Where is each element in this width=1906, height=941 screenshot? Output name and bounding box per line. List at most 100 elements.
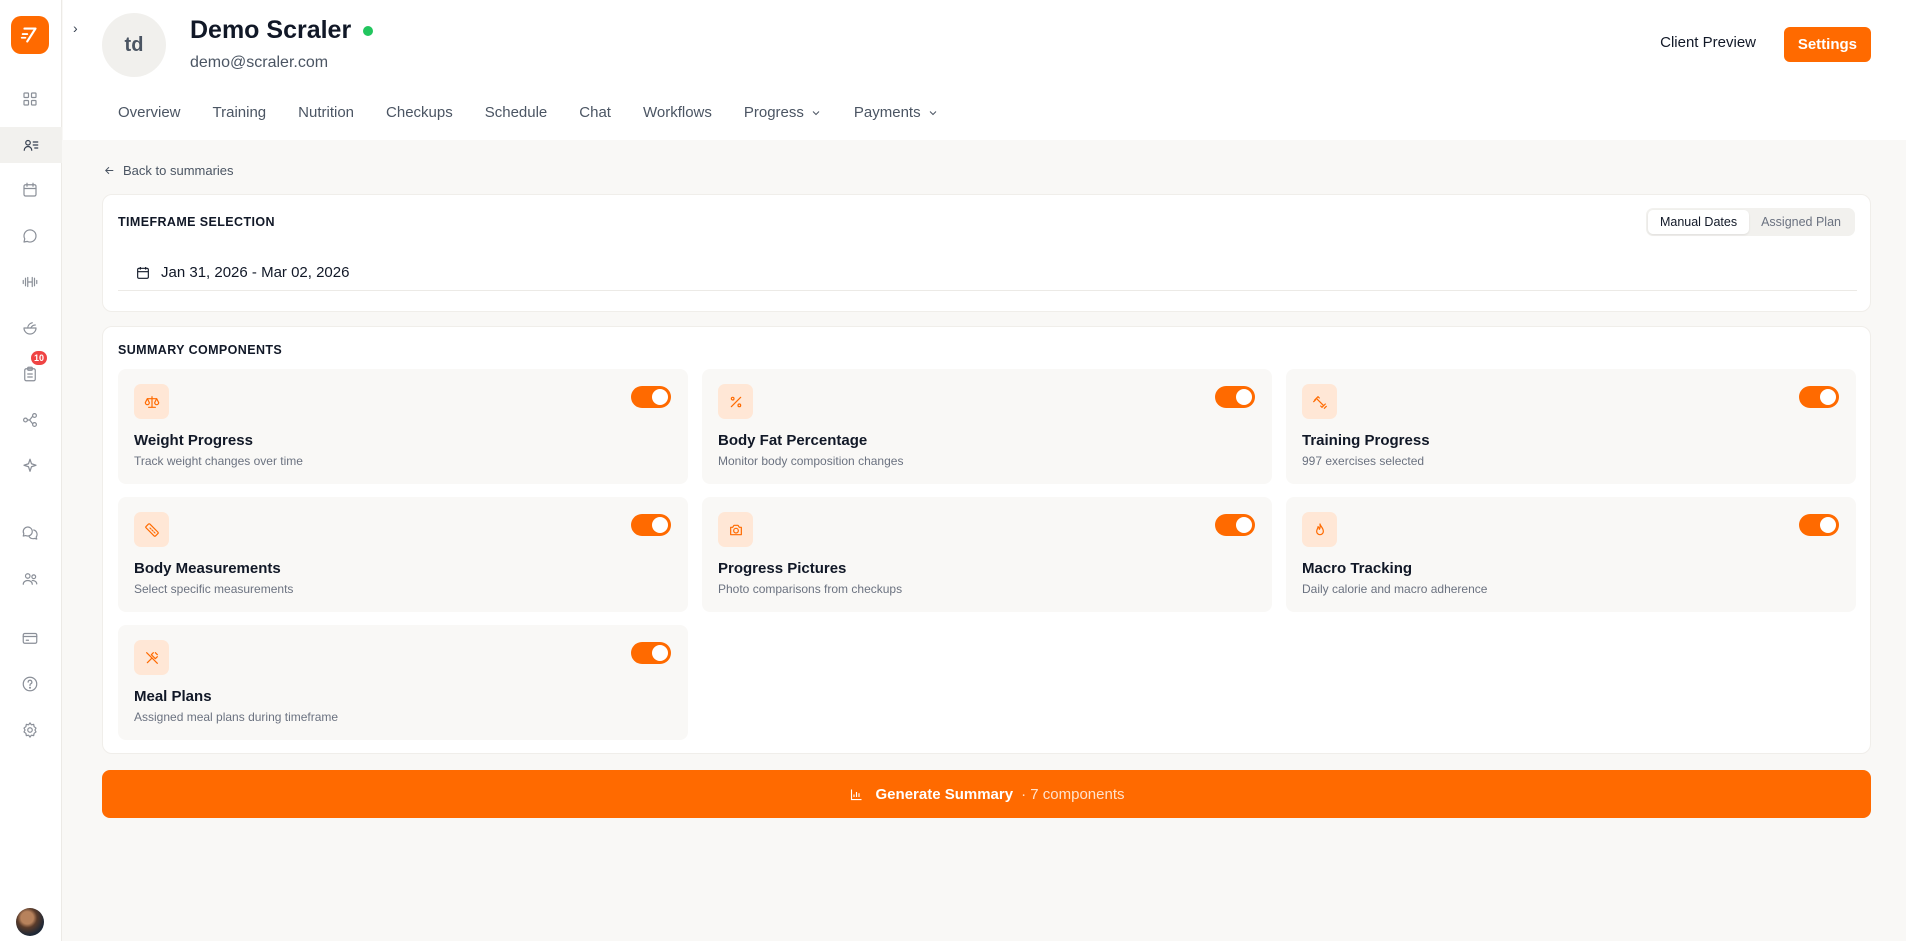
chevron-down-icon [812,110,820,115]
manual-dates-option[interactable]: Manual Dates [1647,210,1750,234]
component-title: Weight Progress [134,432,253,449]
dumbbell-icon [22,276,38,288]
component-description: Daily calorie and macro adherence [1302,582,1488,596]
tab-label: Training [212,104,267,121]
salad-icon [23,322,37,335]
camera-icon-wrap [718,512,753,547]
macro-tracking-toggle[interactable] [1799,514,1839,536]
date-range-value: Jan 31, 2026 - Mar 02, 2026 [161,264,350,281]
tab-progress[interactable]: Progress [744,104,822,121]
tab-chat[interactable]: Chat [579,104,611,121]
sidebar-item-settings[interactable] [12,712,48,748]
timeframe-title: TIMEFRAME SELECTION [118,215,275,229]
tab-label: Chat [579,104,611,121]
date-range-picker[interactable]: Jan 31, 2026 - Mar 02, 2026 [118,255,1857,291]
client-email: demo@scraler.com [190,54,329,71]
client-name: Demo Scraler [190,16,352,44]
component-weight-progress: Weight Progress Track weight changes ove… [118,369,688,484]
dumbbell-icon [1312,395,1327,409]
back-to-summaries-link[interactable]: Back to summaries [103,163,234,178]
tab-payments[interactable]: Payments [854,104,939,121]
tab-nutrition[interactable]: Nutrition [298,104,354,121]
ruler-icon-wrap [134,512,169,547]
client-preview-button[interactable]: Client Preview [1660,34,1756,51]
sidebar-item-training[interactable] [12,264,48,300]
sparkle-icon [23,458,37,472]
percent-icon-wrap [718,384,753,419]
component-macro-tracking: Macro Tracking Daily calorie and macro a… [1286,497,1856,612]
progress-pictures-toggle[interactable] [1215,514,1255,536]
client-header: › td Demo Scraler demo@scraler.com Clien… [63,0,1906,140]
sidebar-item-calendar[interactable] [12,172,48,208]
component-title: Meal Plans [134,688,212,705]
sidebar-item-dashboard[interactable] [12,81,48,117]
clipboard-icon [24,366,36,382]
app-logo[interactable] [11,16,49,54]
tab-label: Schedule [484,104,548,121]
scale-icon-wrap [134,384,169,419]
billing-icon [22,632,38,644]
meal-plans-toggle[interactable] [631,642,671,664]
user-avatar[interactable] [16,908,44,936]
body-measurements-toggle[interactable] [631,514,671,536]
logo-icon [20,27,37,43]
team-icon [22,573,38,585]
sidebar-item-billing[interactable] [12,620,48,656]
assigned-plan-option[interactable]: Assigned Plan [1749,210,1853,234]
scale-icon [144,395,159,408]
bar-chart-icon [850,789,862,800]
sidebar-item-messages[interactable] [12,515,48,551]
summary-components-card: SUMMARY COMPONENTS Weight Progress Track… [102,326,1871,754]
tab-training[interactable]: Training [213,104,267,121]
tab-schedule[interactable]: Schedule [485,104,548,121]
weight-progress-toggle[interactable] [631,386,671,408]
client-avatar: td [102,13,166,77]
training-progress-toggle[interactable] [1799,386,1839,408]
sidebar-item-workflows[interactable] [12,402,48,438]
components-grid: Weight Progress Track weight changes ove… [118,369,1857,740]
calendar-icon [137,266,149,279]
body-fat-toggle[interactable] [1215,386,1255,408]
component-count: · 7 components [1021,785,1125,803]
sidebar-item-ai[interactable] [12,448,48,484]
settings-button[interactable]: Settings [1783,27,1871,62]
component-title: Progress Pictures [718,560,847,577]
camera-icon [729,524,742,535]
tab-checkups[interactable]: Checkups [386,104,453,121]
sidebar-item-checkups[interactable]: 10 [12,350,48,392]
tab-label: Progress [743,104,804,121]
component-title: Training Progress [1302,432,1430,449]
component-body-fat: Body Fat Percentage Monitor body composi… [702,369,1272,484]
component-description: 997 exercises selected [1302,454,1425,468]
sidebar: 10 [0,0,62,941]
tab-workflows[interactable]: Workflows [643,104,712,121]
sidebar-item-help[interactable] [12,666,48,702]
tab-label: Workflows [642,104,712,121]
component-description: Photo comparisons from checkups [718,582,903,596]
tab-overview[interactable]: Overview [118,104,181,121]
back-link-label: Back to summaries [123,163,234,178]
sidebar-item-chat[interactable] [12,218,48,254]
generate-summary-button[interactable]: Generate Summary · 7 components [102,770,1871,818]
utensils-icon [145,651,158,664]
client-name-row: Demo Scraler [190,16,374,45]
online-status-dot [363,25,374,36]
timeframe-mode-toggle: Manual Dates Assigned Plan [1645,208,1855,236]
tab-label: Overview [118,104,181,121]
component-description: Select specific measurements [134,582,294,596]
sidebar-item-nutrition[interactable] [12,310,48,346]
timeframe-card: TIMEFRAME SELECTION Manual Dates Assigne… [102,194,1871,312]
flame-icon [1315,522,1324,535]
expand-sidebar-button[interactable]: › [73,20,78,36]
ruler-icon [144,522,159,537]
component-description: Monitor body composition changes [718,454,904,468]
chevron-down-icon [929,110,936,115]
dumbbell-icon-wrap [1302,384,1337,419]
sidebar-item-clients[interactable] [0,127,62,163]
component-meal-plans: Meal Plans Assigned meal plans during ti… [118,625,688,740]
clients-icon [23,139,39,151]
sidebar-item-team[interactable] [12,561,48,597]
notifications-badge: 10 [29,350,48,366]
messages-icon [22,526,38,540]
generate-summary-label: Generate Summary [875,785,1014,803]
